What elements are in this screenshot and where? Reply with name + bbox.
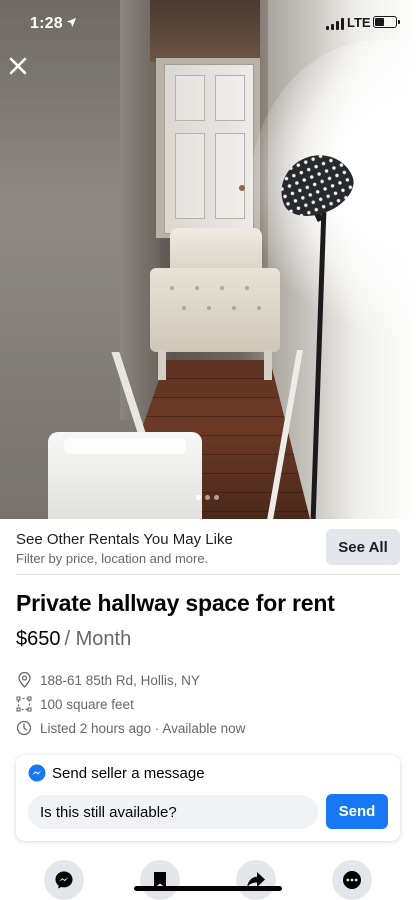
address-row[interactable]: 188-61 85th Rd, Hollis, NY xyxy=(16,672,200,688)
messenger-icon xyxy=(55,871,73,889)
carousel-dot xyxy=(214,495,219,500)
messenger-icon xyxy=(28,764,46,782)
price-amount: $650 xyxy=(16,628,61,650)
network-label: LTE xyxy=(347,15,371,30)
clock-icon xyxy=(16,720,32,736)
photo-chaise-seat xyxy=(150,268,280,352)
message-heading-row: Send seller a message xyxy=(28,764,205,782)
listing-photo[interactable] xyxy=(0,0,416,519)
share-action-button[interactable] xyxy=(236,860,276,900)
close-button[interactable] xyxy=(6,54,30,78)
listing-title: Private hallway space for rent xyxy=(16,590,335,616)
message-action-button[interactable] xyxy=(44,860,84,900)
signal-icon xyxy=(326,18,344,30)
status-time: 1:28 xyxy=(30,15,63,32)
carousel-dot xyxy=(205,495,210,500)
action-bar xyxy=(0,858,416,900)
close-icon xyxy=(9,57,27,75)
size-row: 100 square feet xyxy=(16,696,134,712)
photo-wall-left-inner xyxy=(120,0,160,420)
listing-price: $650/ Month xyxy=(16,628,131,651)
listing-address: 188-61 85th Rd, Hollis, NY xyxy=(40,672,200,688)
location-pin-icon xyxy=(16,672,32,688)
save-action-button[interactable] xyxy=(140,860,180,900)
listing-listed-time: Listed 2 hours ago · Available now xyxy=(40,720,246,736)
battery-icon xyxy=(373,16,400,28)
divider xyxy=(16,574,400,575)
promo-title: See Other Rentals You May Like xyxy=(16,531,233,548)
message-input[interactable] xyxy=(28,795,318,829)
photo-white-box-top xyxy=(64,438,186,454)
carousel-dot xyxy=(196,495,201,500)
photo-door xyxy=(164,64,254,234)
photo-chaise-leg xyxy=(264,350,272,380)
price-period: / Month xyxy=(64,628,132,650)
more-icon xyxy=(343,871,361,889)
more-action-button[interactable] xyxy=(332,860,372,900)
status-bar: 1:28 LTE xyxy=(0,0,416,46)
area-icon xyxy=(16,696,32,712)
promo-subtitle: Filter by price, location and more. xyxy=(16,551,209,566)
home-indicator[interactable] xyxy=(134,886,282,891)
see-all-button[interactable]: See All xyxy=(326,529,400,565)
location-arrow-icon xyxy=(66,17,77,28)
listing-size: 100 square feet xyxy=(40,696,134,712)
message-heading: Send seller a message xyxy=(52,764,205,782)
send-button[interactable]: Send xyxy=(326,794,388,829)
photo-chaise-leg xyxy=(158,350,166,380)
carousel-dots xyxy=(196,495,219,500)
listed-row: Listed 2 hours ago · Available now xyxy=(16,720,245,736)
rentals-promo: See Other Rentals You May Like Filter by… xyxy=(0,519,416,575)
message-seller-card: Send seller a message Send xyxy=(16,755,400,841)
